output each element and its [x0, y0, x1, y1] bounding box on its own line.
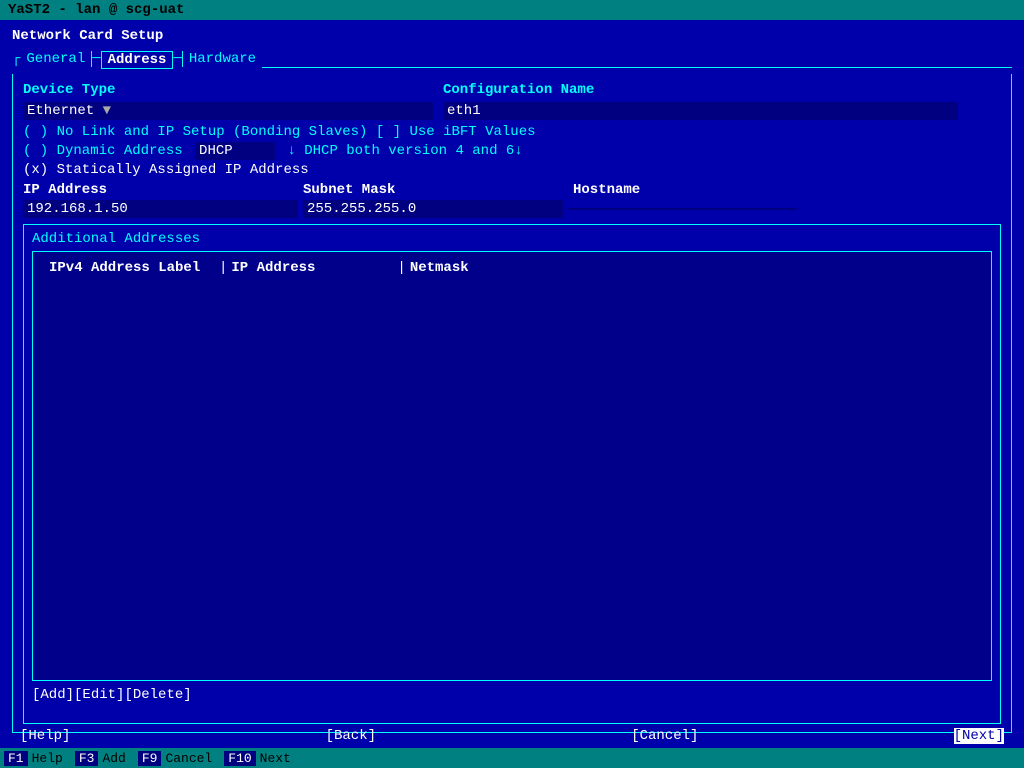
- table-header-row: IPv4 Address Label | IP Address | Netmas…: [41, 256, 983, 280]
- ip-address-label: IP Address: [23, 182, 303, 198]
- hostname-label: Hostname: [573, 182, 640, 198]
- help-button[interactable]: [Help]: [20, 728, 70, 744]
- cancel-button[interactable]: [Cancel]: [631, 728, 698, 744]
- ip-address-field[interactable]: 192.168.1.50: [23, 200, 298, 218]
- f9-label: Cancel: [165, 751, 212, 766]
- function-bar: F1 Help F3 Add F9 Cancel F10 Next: [0, 748, 1024, 768]
- column-headers: Device Type Configuration Name: [23, 82, 1001, 98]
- tab-general[interactable]: General: [20, 51, 92, 67]
- delete-button[interactable]: [Delete]: [124, 687, 191, 703]
- device-type-field[interactable]: Ethernet ▼: [23, 102, 433, 120]
- col-header-ip: IP Address: [227, 260, 397, 276]
- config-name-field[interactable]: eth1: [443, 102, 958, 120]
- title-bar: YaST2 - lan @ scg-uat: [0, 0, 1024, 20]
- ip-values-row: 192.168.1.50 255.255.255.0: [23, 200, 1001, 218]
- tab-bar: ┌ General ─ Address ─ Hardware: [12, 50, 1012, 68]
- device-type-label: Device Type: [23, 82, 443, 98]
- subnet-mask-label: Subnet Mask: [303, 182, 573, 198]
- main-content: Network Card Setup ┌ General ─ Address ─…: [0, 20, 1024, 728]
- f10-label: Next: [260, 751, 291, 766]
- back-button[interactable]: [Back]: [326, 728, 376, 744]
- address-table: IPv4 Address Label | IP Address | Netmas…: [32, 251, 992, 681]
- device-config-row: Ethernet ▼ eth1: [23, 102, 1001, 120]
- next-button[interactable]: [Next]: [954, 728, 1004, 744]
- f10-key[interactable]: F10: [224, 751, 255, 766]
- bottom-nav: [Help] [Back] [Cancel] [Next]: [0, 724, 1024, 748]
- additional-addresses-title: Additional Addresses: [32, 231, 992, 247]
- f3-label: Add: [102, 751, 125, 766]
- dhcp-field[interactable]: DHCP: [195, 142, 275, 160]
- radio-no-link: ( ) No Link and IP Setup (Bonding Slaves…: [23, 124, 1001, 140]
- radio-dynamic: ( ) Dynamic Address DHCP ↓ DHCP both ver…: [23, 142, 1001, 160]
- col-header-netmask: Netmask: [406, 260, 469, 276]
- hostname-field[interactable]: [568, 208, 798, 210]
- add-button[interactable]: [Add]: [32, 687, 74, 703]
- tab-address[interactable]: Address: [101, 51, 174, 69]
- edit-button[interactable]: [Edit]: [74, 687, 124, 703]
- table-body: [41, 280, 983, 670]
- additional-addresses-section: Additional Addresses IPv4 Address Label …: [23, 224, 1001, 724]
- f3-key[interactable]: F3: [75, 751, 99, 766]
- config-name-label: Configuration Name: [443, 82, 594, 98]
- subnet-mask-field[interactable]: 255.255.255.0: [303, 200, 563, 218]
- tab-hardware[interactable]: Hardware: [182, 51, 262, 67]
- f1-label: Help: [32, 751, 63, 766]
- f1-key[interactable]: F1: [4, 751, 28, 766]
- form-area: Device Type Configuration Name Ethernet …: [12, 74, 1012, 733]
- ip-subnet-hostname-labels: IP Address Subnet Mask Hostname: [23, 182, 1001, 198]
- col-header-label: IPv4 Address Label: [49, 260, 219, 276]
- radio-static: (x) Statically Assigned IP Address: [23, 162, 1001, 178]
- title-text: YaST2 - lan @ scg-uat: [8, 2, 184, 18]
- f9-key[interactable]: F9: [138, 751, 162, 766]
- action-buttons: [Add] [Edit] [Delete]: [32, 687, 992, 703]
- window-title: Network Card Setup: [12, 28, 1012, 44]
